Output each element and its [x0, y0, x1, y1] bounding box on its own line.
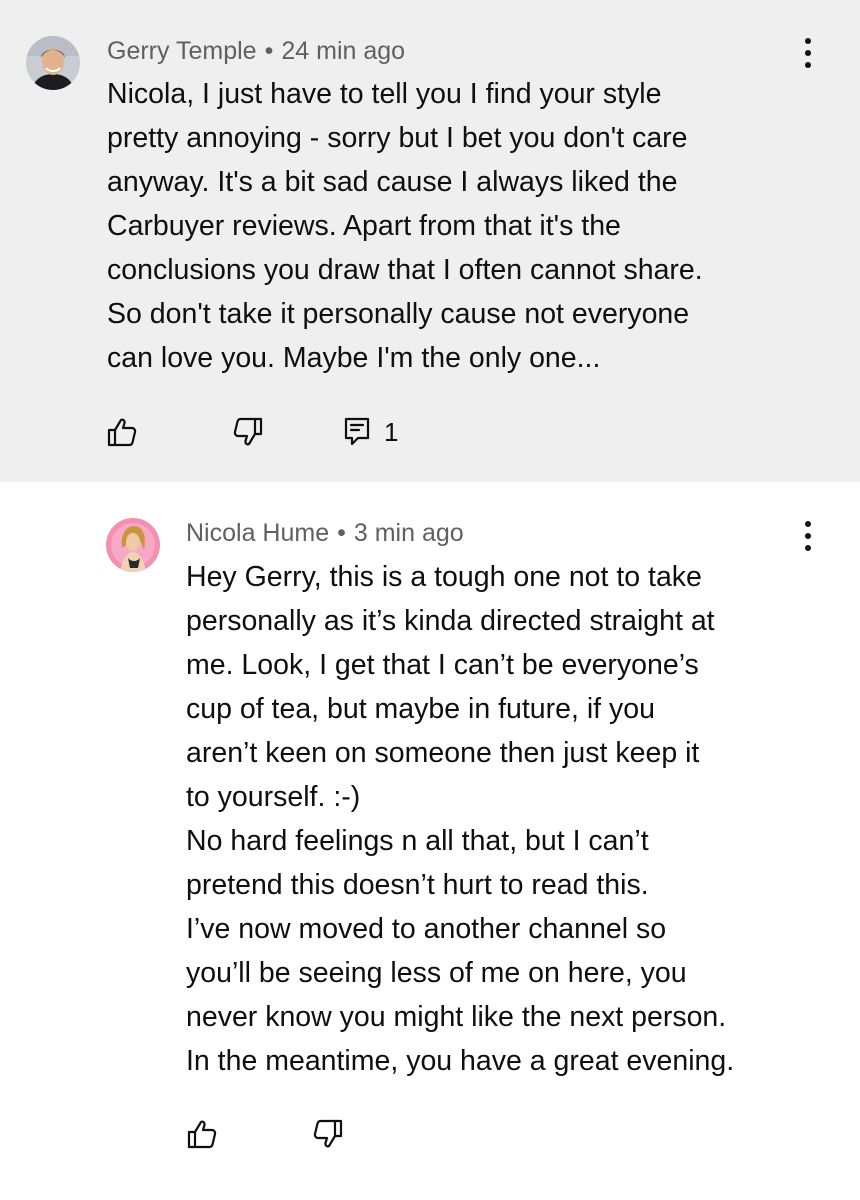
comment-line: I’ve now moved to another channel so [186, 913, 667, 945]
comment-line: pretend this doesn’t hurt to read this. [186, 869, 649, 901]
more-vertical-icon [805, 38, 811, 44]
reply-button[interactable]: 1 [344, 412, 398, 452]
comment-line: cup of tea, but maybe in future, if you [186, 693, 655, 725]
timestamp[interactable]: 3 min ago [354, 519, 464, 547]
comment-line: to yourself. :-) [186, 781, 361, 813]
comment-line: No hard feelings n all that, but I can’t [186, 825, 649, 857]
avatar[interactable] [106, 518, 160, 572]
avatar[interactable] [26, 36, 80, 90]
thumbs-down-icon [233, 417, 263, 446]
more-vertical-icon [805, 521, 811, 527]
comment-meta: Nicola Hume • 3 min ago [186, 518, 464, 548]
reply-count: 1 [384, 416, 399, 447]
comment-line: So don't take it personally cause not ev… [107, 298, 690, 330]
parent-comment: Gerry Temple • 24 min ago Nicola, I just h… [0, 0, 860, 482]
comment-line: can love you. Maybe I'm the only one... [107, 342, 601, 374]
meta-separator: • [264, 37, 274, 65]
comment-text: Hey Gerry, this is a tough one not to ta… [186, 555, 734, 1083]
comment-line: Carbuyer reviews. Apart from that it's t… [107, 210, 621, 242]
more-options-button[interactable] [796, 33, 820, 73]
like-button[interactable] [186, 1114, 218, 1154]
reply-comment: Nicola Hume • 3 min ago Hey Gerry, this is… [0, 482, 860, 1200]
comment-text: Nicola, I just have to tell you I find y… [107, 72, 703, 380]
more-options-button[interactable] [796, 516, 820, 556]
comment-line: you’ll be seeing less of me on here, you [186, 957, 687, 989]
comment-line: anyway. It's a bit sad cause I always li… [107, 166, 678, 198]
thumbs-up-icon [187, 1120, 217, 1149]
comment-line: never know you might like the next perso… [186, 1001, 727, 1033]
comment-line: pretty annoying - sorry but I bet you do… [107, 122, 688, 154]
more-vertical-icon-dot [805, 533, 811, 539]
more-vertical-icon-dot [805, 545, 811, 551]
comment-line: aren’t keen on someone then just keep it [186, 737, 700, 769]
meta-separator: • [337, 519, 346, 547]
thumbs-up-icon [107, 418, 137, 447]
author-name[interactable]: Nicola Hume [186, 519, 329, 547]
more-vertical-icon-dot [805, 62, 811, 68]
comment-line: personally as it’s kinda directed straig… [186, 605, 715, 637]
timestamp[interactable]: 24 min ago [281, 37, 405, 65]
comment-line: conclusions you draw that I often cannot… [107, 254, 703, 286]
dislike-button[interactable] [232, 412, 264, 452]
comment-line: Hey Gerry, this is a tough one not to ta… [186, 561, 702, 593]
more-vertical-icon-dot [805, 50, 811, 56]
comment-line: me. Look, I get that I can’t be everyone… [186, 649, 699, 681]
comment-meta: Gerry Temple • 24 min ago [107, 36, 405, 66]
like-button[interactable] [106, 412, 138, 452]
thumbs-down-icon [313, 1119, 343, 1148]
author-name[interactable]: Gerry Temple [107, 37, 257, 65]
comment-line: Nicola, I just have to tell you I find y… [107, 78, 662, 110]
comment-icon [344, 417, 370, 446]
comment-line: In the meantime, you have a great evenin… [186, 1045, 735, 1077]
dislike-button[interactable] [312, 1114, 344, 1154]
